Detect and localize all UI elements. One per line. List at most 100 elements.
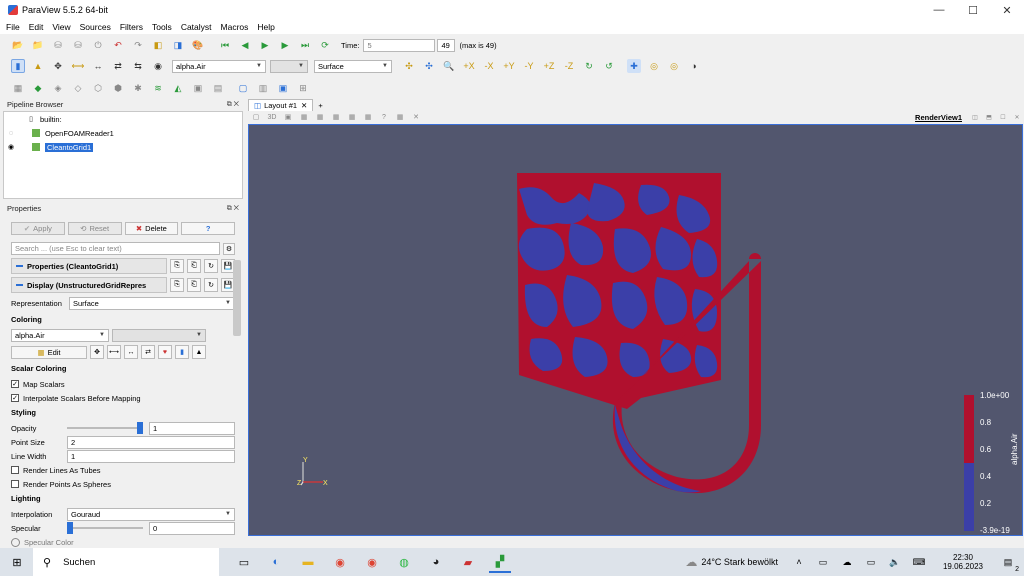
toggle-axes-icon[interactable]: ▢ xyxy=(251,112,261,122)
edit-colormap-button[interactable]: ▦ Edit xyxy=(11,345,87,359)
pipeline-item-cleantogrid1[interactable]: ◉ CleantoGrid1 xyxy=(4,140,242,154)
reset-center-icon[interactable]: ◑ xyxy=(687,59,701,73)
interactive-select-icon[interactable]: ▦ xyxy=(363,112,373,122)
language-icon[interactable]: ⌨ xyxy=(912,551,926,573)
interpolate-scalars-checkbox[interactable]: ✓ Interpolate Scalars Before Mapping xyxy=(11,391,235,405)
whatsapp-icon[interactable]: ◍ xyxy=(393,551,415,573)
specular-color-button[interactable]: Specular Color xyxy=(11,535,235,549)
view-plus-y-icon[interactable]: +Y xyxy=(502,59,516,73)
clear-selection-icon[interactable]: ✕ xyxy=(411,112,421,122)
colorbar-settings-icon[interactable]: ▲ xyxy=(192,345,206,359)
menu-file[interactable]: File xyxy=(6,22,20,32)
contour-icon[interactable]: ◆ xyxy=(31,81,45,95)
color-legend[interactable]: 1.0e+00 0.8 0.6 0.4 0.2 -3.9e-19 alpha.A… xyxy=(964,391,1019,535)
properties-search-input[interactable]: Search ... (use Esc to clear text) xyxy=(11,242,220,255)
play-icon[interactable]: ▶ xyxy=(258,38,272,52)
paste-icon[interactable]: ⎗ xyxy=(187,278,201,292)
rotate-plus-90-icon[interactable]: ↻ xyxy=(582,59,596,73)
task-view-icon[interactable]: ▭ xyxy=(233,551,255,573)
rescale-temporal-icon[interactable]: ⇄ xyxy=(141,345,155,359)
close-view-icon[interactable]: ✕ xyxy=(1013,113,1021,121)
foxit-icon[interactable]: ▰ xyxy=(457,551,479,573)
reset-button[interactable]: ⟲ Reset xyxy=(67,222,122,235)
palette-icon[interactable]: 🎨 xyxy=(191,38,205,52)
zoom-to-box-icon[interactable]: 🔍 xyxy=(442,59,456,73)
extract-level-icon[interactable]: ▤ xyxy=(211,81,225,95)
group-datasets-icon[interactable]: ▣ xyxy=(191,81,205,95)
rescale-custom-icon[interactable]: ↔ xyxy=(91,59,105,73)
restore-icon[interactable]: ↻ xyxy=(204,259,218,273)
center-axes-icon[interactable]: ◎ xyxy=(647,59,661,73)
close-button[interactable]: ✕ xyxy=(990,4,1024,17)
extract-subset-icon[interactable]: ⬢ xyxy=(111,81,125,95)
rotate-minus-90-icon[interactable]: ↺ xyxy=(602,59,616,73)
rescale-custom-icon[interactable]: ↔ xyxy=(124,345,138,359)
first-frame-icon[interactable]: ⏮ xyxy=(218,38,232,52)
point-size-field[interactable]: 2 xyxy=(67,435,235,449)
menu-view[interactable]: View xyxy=(52,22,70,32)
warp-icon[interactable]: ◭ xyxy=(171,81,185,95)
representation-dropdown[interactable]: Surface ▼ xyxy=(69,296,235,310)
load-state-icon[interactable]: ⛁ xyxy=(51,38,65,52)
map-scalars-checkbox[interactable]: ✓ Map Scalars xyxy=(11,377,235,391)
render-lines-as-tubes-checkbox[interactable]: Render Lines As Tubes xyxy=(11,463,235,477)
stream-tracer-icon[interactable]: ≋ xyxy=(151,81,165,95)
split-h-icon[interactable]: ◫ xyxy=(971,113,979,121)
eye-icon[interactable]: ◉ xyxy=(151,59,165,73)
minimize-button[interactable]: — xyxy=(922,4,956,17)
open-icon[interactable]: 📂 xyxy=(11,38,25,52)
time-index-spinbox[interactable]: 49 xyxy=(437,38,456,52)
maximize-view-icon[interactable]: ☐ xyxy=(999,113,1007,121)
plot-icon[interactable]: ⊞ xyxy=(296,81,310,95)
open-recent-icon[interactable]: 📁 xyxy=(31,38,45,52)
specular-field[interactable]: 0 xyxy=(149,521,235,535)
color-array-select[interactable]: alpha.Air ▼ xyxy=(172,59,266,73)
volume-icon[interactable]: 🔈 xyxy=(888,551,902,573)
onedrive-icon[interactable]: ☁ xyxy=(840,551,854,573)
windows-start-icon[interactable]: ⊞ xyxy=(6,551,28,573)
rescale-visible-icon[interactable]: ⇆ xyxy=(131,59,145,73)
last-frame-icon[interactable]: ⏭ xyxy=(298,38,312,52)
menu-catalyst[interactable]: Catalyst xyxy=(181,22,212,32)
menu-macros[interactable]: Macros xyxy=(221,22,249,32)
edit-colormap-icon[interactable]: ✥ xyxy=(51,59,65,73)
pipeline-item-builtin[interactable]: ▯ builtin: xyxy=(4,112,242,126)
select-frustum-icon[interactable]: ▦ xyxy=(331,112,341,122)
interaction-mode-icon[interactable]: ✚ xyxy=(627,59,641,73)
toggle-colorbar-icon[interactable]: ▮ xyxy=(175,345,189,359)
view-minus-z-icon[interactable]: -Z xyxy=(562,59,576,73)
hover-icon[interactable]: ? xyxy=(379,112,389,122)
choose-preset-icon[interactable]: ✥ xyxy=(90,345,104,359)
display-section-header[interactable]: Display (UnstructuredGridRepres xyxy=(11,277,167,293)
close-tab-icon[interactable]: ✕ xyxy=(301,101,307,110)
menu-filters[interactable]: Filters xyxy=(120,22,143,32)
time-value-field[interactable]: 5 xyxy=(363,38,436,52)
render-points-as-spheres-checkbox[interactable]: Render Points As Spheres xyxy=(11,477,235,491)
camera-undo-icon[interactable]: ◧ xyxy=(151,38,165,52)
add-layout-tab[interactable]: + xyxy=(313,99,328,111)
loop-icon[interactable]: ⟳ xyxy=(318,38,332,52)
notifications-icon[interactable]: ▤ 2 xyxy=(1000,551,1019,574)
rescale-temporal-icon[interactable]: ⇄ xyxy=(111,59,125,73)
split-v-icon[interactable]: ⬒ xyxy=(985,113,993,121)
display-tray-icon[interactable]: ▭ xyxy=(816,551,830,573)
menu-help[interactable]: Help xyxy=(257,22,274,32)
undo-icon[interactable]: ↶ xyxy=(111,38,125,52)
3d-toggle-icon[interactable]: 3D xyxy=(267,112,277,122)
view-name-label[interactable]: RenderView1 xyxy=(915,113,962,122)
properties-section-header[interactable]: Properties (CleantoGrid1) xyxy=(11,258,167,274)
delete-button[interactable]: ✖ Delete xyxy=(124,222,179,235)
opacity-field[interactable]: 1 xyxy=(149,421,235,435)
network-icon[interactable]: ▭ xyxy=(864,551,878,573)
view-minus-x-icon[interactable]: -X xyxy=(482,59,496,73)
query-icon[interactable]: ▢ xyxy=(236,81,250,95)
opacity-slider[interactable] xyxy=(67,422,143,434)
weather-widget[interactable]: ☁ 24°C Stark bewölkt xyxy=(685,555,778,569)
restore-icon[interactable]: ↻ xyxy=(204,278,218,292)
representation-select[interactable]: Surface ▼ xyxy=(314,59,392,73)
chrome-profile-icon[interactable]: ◉ xyxy=(361,551,383,573)
panel-float-close-icon[interactable]: ⧉ ✕ xyxy=(227,101,239,109)
disconnect-icon[interactable]: ⏻ xyxy=(91,38,105,52)
zoom-to-data-icon[interactable]: ✣ xyxy=(422,59,436,73)
reset-camera-icon[interactable]: ✣ xyxy=(402,59,416,73)
